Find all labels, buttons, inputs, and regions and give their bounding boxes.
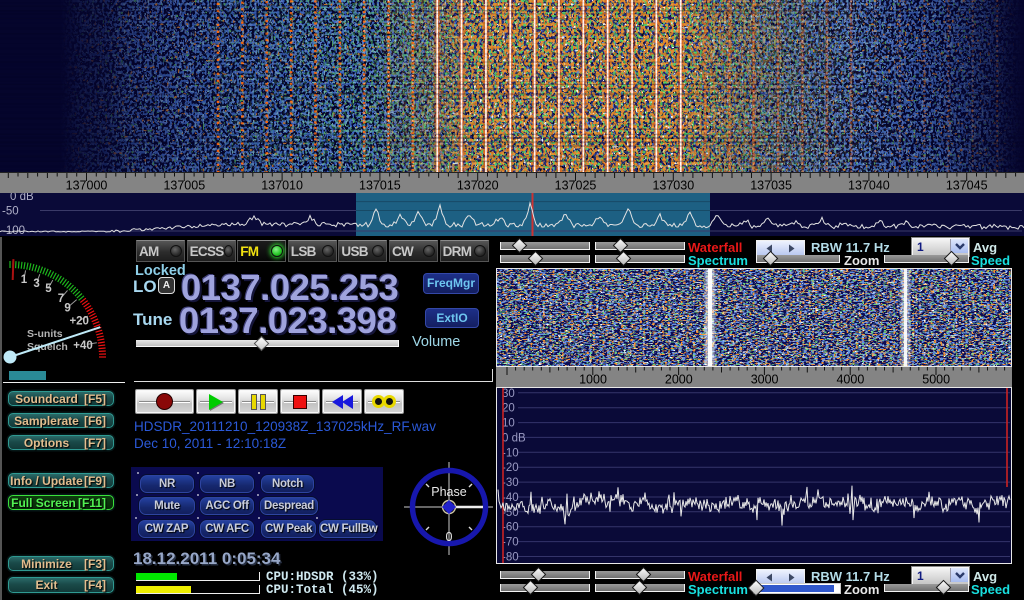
svg-text:-20: -20	[502, 462, 519, 474]
svg-text:-70: -70	[502, 537, 519, 549]
svg-text:-30: -30	[502, 477, 519, 489]
svg-text:-50: -50	[2, 206, 19, 218]
svg-text:10: 10	[502, 418, 515, 430]
svg-text:3000: 3000	[751, 373, 779, 387]
svg-text:0 dB: 0 dB	[10, 193, 34, 203]
svg-text:137020: 137020	[457, 179, 499, 193]
svg-text:137015: 137015	[359, 179, 401, 193]
svg-text:9: 9	[64, 302, 70, 314]
svg-text:137000: 137000	[66, 179, 108, 193]
svg-text:4000: 4000	[836, 373, 864, 387]
svg-text:137040: 137040	[848, 179, 890, 193]
svg-text:-40: -40	[502, 492, 519, 504]
svg-text:30: 30	[502, 388, 515, 400]
svg-text:-100: -100	[2, 225, 25, 236]
svg-text:-10: -10	[502, 447, 519, 459]
svg-text:1000: 1000	[579, 373, 607, 387]
svg-text:137005: 137005	[163, 179, 205, 193]
svg-text:-60: -60	[502, 522, 519, 534]
svg-text:0: 0	[446, 530, 453, 544]
svg-text:137035: 137035	[750, 179, 792, 193]
svg-text:Phase: Phase	[431, 485, 466, 499]
svg-text:137025: 137025	[555, 179, 597, 193]
svg-text:2000: 2000	[665, 373, 693, 387]
svg-text:S-units: S-units	[27, 328, 63, 340]
svg-text:+20: +20	[69, 316, 89, 328]
svg-text:137030: 137030	[652, 179, 694, 193]
svg-text:1: 1	[21, 274, 28, 286]
svg-text:+40: +40	[73, 340, 93, 352]
svg-text:3: 3	[33, 278, 39, 290]
svg-text:137045: 137045	[946, 179, 988, 193]
svg-text:5: 5	[45, 283, 52, 295]
svg-text:-80: -80	[502, 552, 519, 564]
svg-text:0 dB: 0 dB	[502, 432, 526, 444]
svg-text:7: 7	[58, 293, 64, 305]
svg-text:Squelch: Squelch	[27, 341, 68, 353]
svg-text:5000: 5000	[922, 373, 950, 387]
svg-text:20: 20	[502, 403, 515, 415]
svg-text:137010: 137010	[261, 179, 303, 193]
